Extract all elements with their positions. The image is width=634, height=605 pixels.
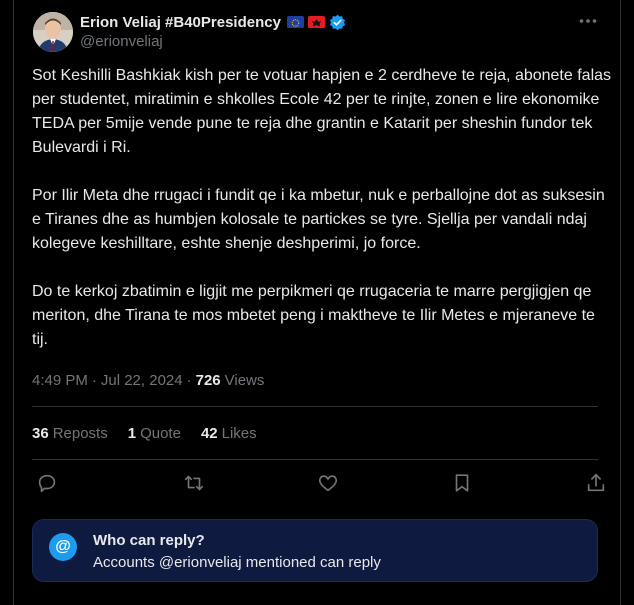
like-icon[interactable] — [315, 470, 341, 496]
reply-restriction-subtitle: Accounts @erionveliaj mentioned can repl… — [93, 554, 381, 571]
divider — [32, 459, 598, 460]
more-options-icon[interactable] — [577, 10, 599, 32]
reposts-count: 36 — [32, 424, 49, 442]
author-name-row: Erion Veliaj #B40Presidency — [80, 12, 346, 32]
meta-separator: · — [91, 371, 97, 389]
verified-badge-icon — [329, 14, 346, 31]
avatar-photo — [33, 12, 73, 52]
reply-restriction-notice: @ Who can reply? Accounts @erionveliaj m… — [32, 519, 598, 582]
tweet-paragraph: Por Ilir Meta dhe rrugaci i fundit qe i … — [32, 187, 605, 252]
likes-label: Likes — [221, 424, 257, 442]
avatar[interactable] — [33, 12, 73, 52]
tweet-paragraph: Do te kerkoj zbatimin e ligjit me perpik… — [32, 283, 595, 348]
albania-flag-icon — [307, 16, 325, 28]
bookmark-icon[interactable] — [449, 470, 475, 496]
quotes-stat[interactable]: 1 Quote — [128, 425, 181, 442]
likes-count: 42 — [200, 424, 218, 442]
author-name[interactable]: Erion Veliaj #B40Presidency — [80, 14, 281, 31]
reply-restriction-title: Who can reply? — [93, 532, 205, 549]
author-handle[interactable]: @erionveliaj — [80, 33, 163, 50]
views-count: 726 — [195, 371, 221, 389]
tweet-metadata: 4:49 PM · Jul 22, 2024 · 726 Views — [32, 369, 264, 391]
tweet-card: Erion Veliaj #B40Presidency @erionveliaj — [13, 0, 621, 605]
tweet-paragraph: Sot Keshilli Bashkiak kish per te votuar… — [32, 67, 612, 156]
tweet-text: Sot Keshilli Bashkiak kish per te votuar… — [32, 64, 612, 376]
likes-stat[interactable]: 42 Likes — [201, 425, 257, 442]
reposts-stat[interactable]: 36 Reposts — [32, 425, 108, 442]
engagement-stats: 36 Reposts 1 Quote 42 Likes — [32, 422, 277, 444]
quotes-label: Quote — [140, 424, 181, 442]
views-label: Views — [224, 371, 265, 389]
action-bar — [32, 470, 605, 496]
reply-icon[interactable] — [34, 470, 60, 496]
reposts-label: Reposts — [52, 424, 108, 442]
share-icon[interactable] — [583, 470, 609, 496]
eu-flag-icon — [286, 16, 304, 28]
tweet-date[interactable]: Jul 22, 2024 — [101, 372, 183, 389]
tweet-time[interactable]: 4:49 PM — [32, 372, 88, 389]
divider — [32, 406, 598, 407]
repost-icon[interactable] — [181, 470, 207, 496]
quotes-count: 1 — [127, 424, 137, 442]
mention-at-icon: @ — [49, 533, 77, 561]
meta-separator: · — [186, 371, 192, 389]
